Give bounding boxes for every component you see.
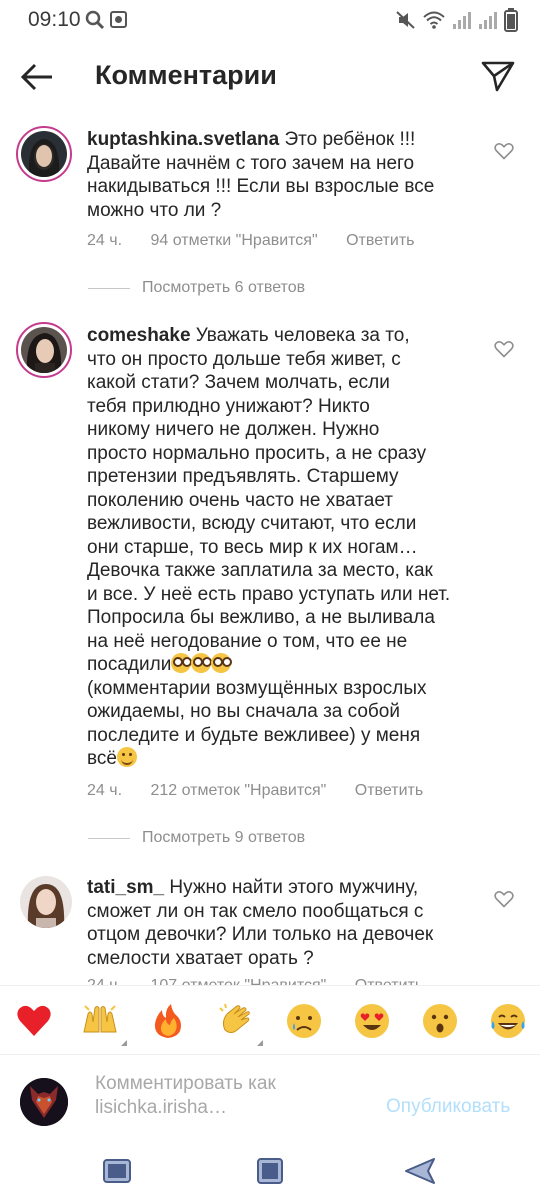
comment-text-line: ожидаемы, но вы сначала за собой <box>87 701 400 722</box>
system-navigation-bar <box>0 1146 540 1200</box>
comment-text-line: претензии предъявлять. Старшему <box>87 466 399 487</box>
heart-emoji-icon[interactable] <box>15 1002 53 1040</box>
comment-text-line: Девочка также заплатила за место, как <box>87 560 433 581</box>
wifi-icon <box>423 11 445 29</box>
view-replies-label: Посмотреть 9 ответов <box>142 829 306 846</box>
comment-text-line: тебя прилюдно унижают? Никто <box>87 395 370 417</box>
surprised-face-emoji-icon[interactable] <box>421 1002 459 1040</box>
view-replies-button[interactable]: Посмотреть 9 ответов <box>88 829 305 847</box>
comment-text-line: (комментарии возмущённых взрослых <box>87 677 427 699</box>
like-heart-icon[interactable] <box>494 142 514 160</box>
comment-input[interactable]: Комментировать как lisichka.irisha… <box>95 1072 355 1120</box>
comment-body: kuptashkina.svetlana Это ребёнок !!! Дав… <box>87 128 472 222</box>
dizzy-face-emoji-icon <box>191 653 213 673</box>
signal-icon <box>453 12 471 29</box>
comment-text-line: на неё негодование о том, что ее не <box>87 630 408 652</box>
back-nav-icon[interactable] <box>403 1154 437 1188</box>
direct-send-icon[interactable] <box>480 58 516 94</box>
avatar[interactable] <box>16 126 72 182</box>
comment-username[interactable]: kuptashkina.svetlana <box>87 129 279 150</box>
avatar[interactable] <box>16 322 72 378</box>
divider <box>88 287 130 289</box>
comment-likes[interactable]: 94 отметки "Нравится" <box>150 232 317 249</box>
my-avatar <box>20 1078 68 1126</box>
signal-icon-2 <box>479 12 497 29</box>
comment-meta: 24 ч. 94 отметки "Нравится" Ответить <box>87 232 438 250</box>
back-arrow-icon[interactable] <box>20 62 54 92</box>
avatar-image <box>21 131 67 177</box>
search-icon <box>85 10 105 30</box>
comment-input-placeholder-user: lisichka.irisha… <box>95 1097 227 1118</box>
status-icons <box>396 8 518 32</box>
status-time: 09:10 <box>28 8 81 31</box>
clapping-hands-emoji-icon[interactable] <box>217 1002 263 1046</box>
dizzy-face-emoji-icon <box>211 653 233 673</box>
comment-likes[interactable]: 212 отметок "Нравится" <box>150 782 326 799</box>
recent-apps-icon[interactable] <box>100 1154 134 1188</box>
avatar-image <box>21 327 67 373</box>
status-bar: 09:10 <box>0 0 540 40</box>
reply-button[interactable]: Ответить <box>355 782 423 799</box>
comment-text-line: последите и будьте вежливее) у меня <box>87 724 421 746</box>
comment-text-line: Уважать человека за то, <box>195 325 410 346</box>
tears-of-joy-face-emoji-icon[interactable] <box>489 1002 527 1040</box>
emoji-quick-bar <box>0 985 540 1055</box>
comment-text-line: просто нормально просить, а не сразу <box>87 442 427 464</box>
comment-text-line: посадили <box>87 654 172 675</box>
comment-text-line: и все. У неё есть право уступать или нет… <box>87 583 451 605</box>
view-replies-button[interactable]: Посмотреть 6 ответов <box>88 279 305 297</box>
heart-eyes-face-emoji-icon[interactable] <box>353 1002 391 1040</box>
battery-icon <box>504 8 518 32</box>
dizzy-face-emoji-icon <box>171 653 193 673</box>
app-notification-icon <box>110 11 127 28</box>
home-icon[interactable] <box>253 1154 287 1188</box>
comment-text-line: вежливости, всюду считают, что если <box>87 513 417 534</box>
raised-hands-emoji-icon[interactable] <box>81 1002 127 1046</box>
comment-body: tati_sm_ Нужно найти этого мужчину, смож… <box>87 876 472 970</box>
mute-icon <box>396 11 415 29</box>
publish-button[interactable]: Опубликовать <box>386 1096 510 1118</box>
comment-time: 24 ч. <box>87 782 123 799</box>
comment-composer: Комментировать как lisichka.irisha… Опуб… <box>0 1056 540 1146</box>
view-replies-label: Посмотреть 6 ответов <box>142 279 306 296</box>
comment-meta: 24 ч. 212 отметок "Нравится" Ответить <box>87 782 447 800</box>
comment-time: 24 ч. <box>87 232 123 249</box>
comment-text-line: никому ничего не должен. Нужно <box>87 419 380 440</box>
comment-text-line: поколению очень часто не хватает <box>87 489 393 511</box>
comment-username[interactable]: tati_sm_ <box>87 877 164 898</box>
crying-face-emoji-icon[interactable] <box>285 1002 323 1040</box>
like-heart-icon[interactable] <box>494 890 514 908</box>
comment-text-line: всё <box>87 748 117 769</box>
fire-emoji-icon[interactable] <box>149 1002 187 1040</box>
page-title: Комментарии <box>95 60 277 90</box>
smiling-face-emoji-icon <box>116 747 137 767</box>
emoji-variants-indicator <box>257 1040 263 1046</box>
emoji-variants-indicator <box>121 1040 127 1046</box>
avatar[interactable] <box>20 876 72 928</box>
comment-body: comeshake Уважать человека за то, что он… <box>87 324 472 771</box>
app-header: Комментарии <box>0 40 540 116</box>
comment-username[interactable]: comeshake <box>87 325 191 346</box>
divider <box>88 837 130 839</box>
comment-text-line: они старше, то весь мир к их ногам… <box>87 536 418 558</box>
like-heart-icon[interactable] <box>494 340 514 358</box>
comment-text-line: Попросила бы вежливо, а не выливала <box>87 607 435 628</box>
reply-button[interactable]: Ответить <box>346 232 414 249</box>
comment-text-line: что он просто дольше тебя живет, с <box>87 348 401 370</box>
comment-input-placeholder: Комментировать как <box>95 1073 276 1094</box>
comment-text-line: какой стати? Зачем молчать, если <box>87 372 390 393</box>
